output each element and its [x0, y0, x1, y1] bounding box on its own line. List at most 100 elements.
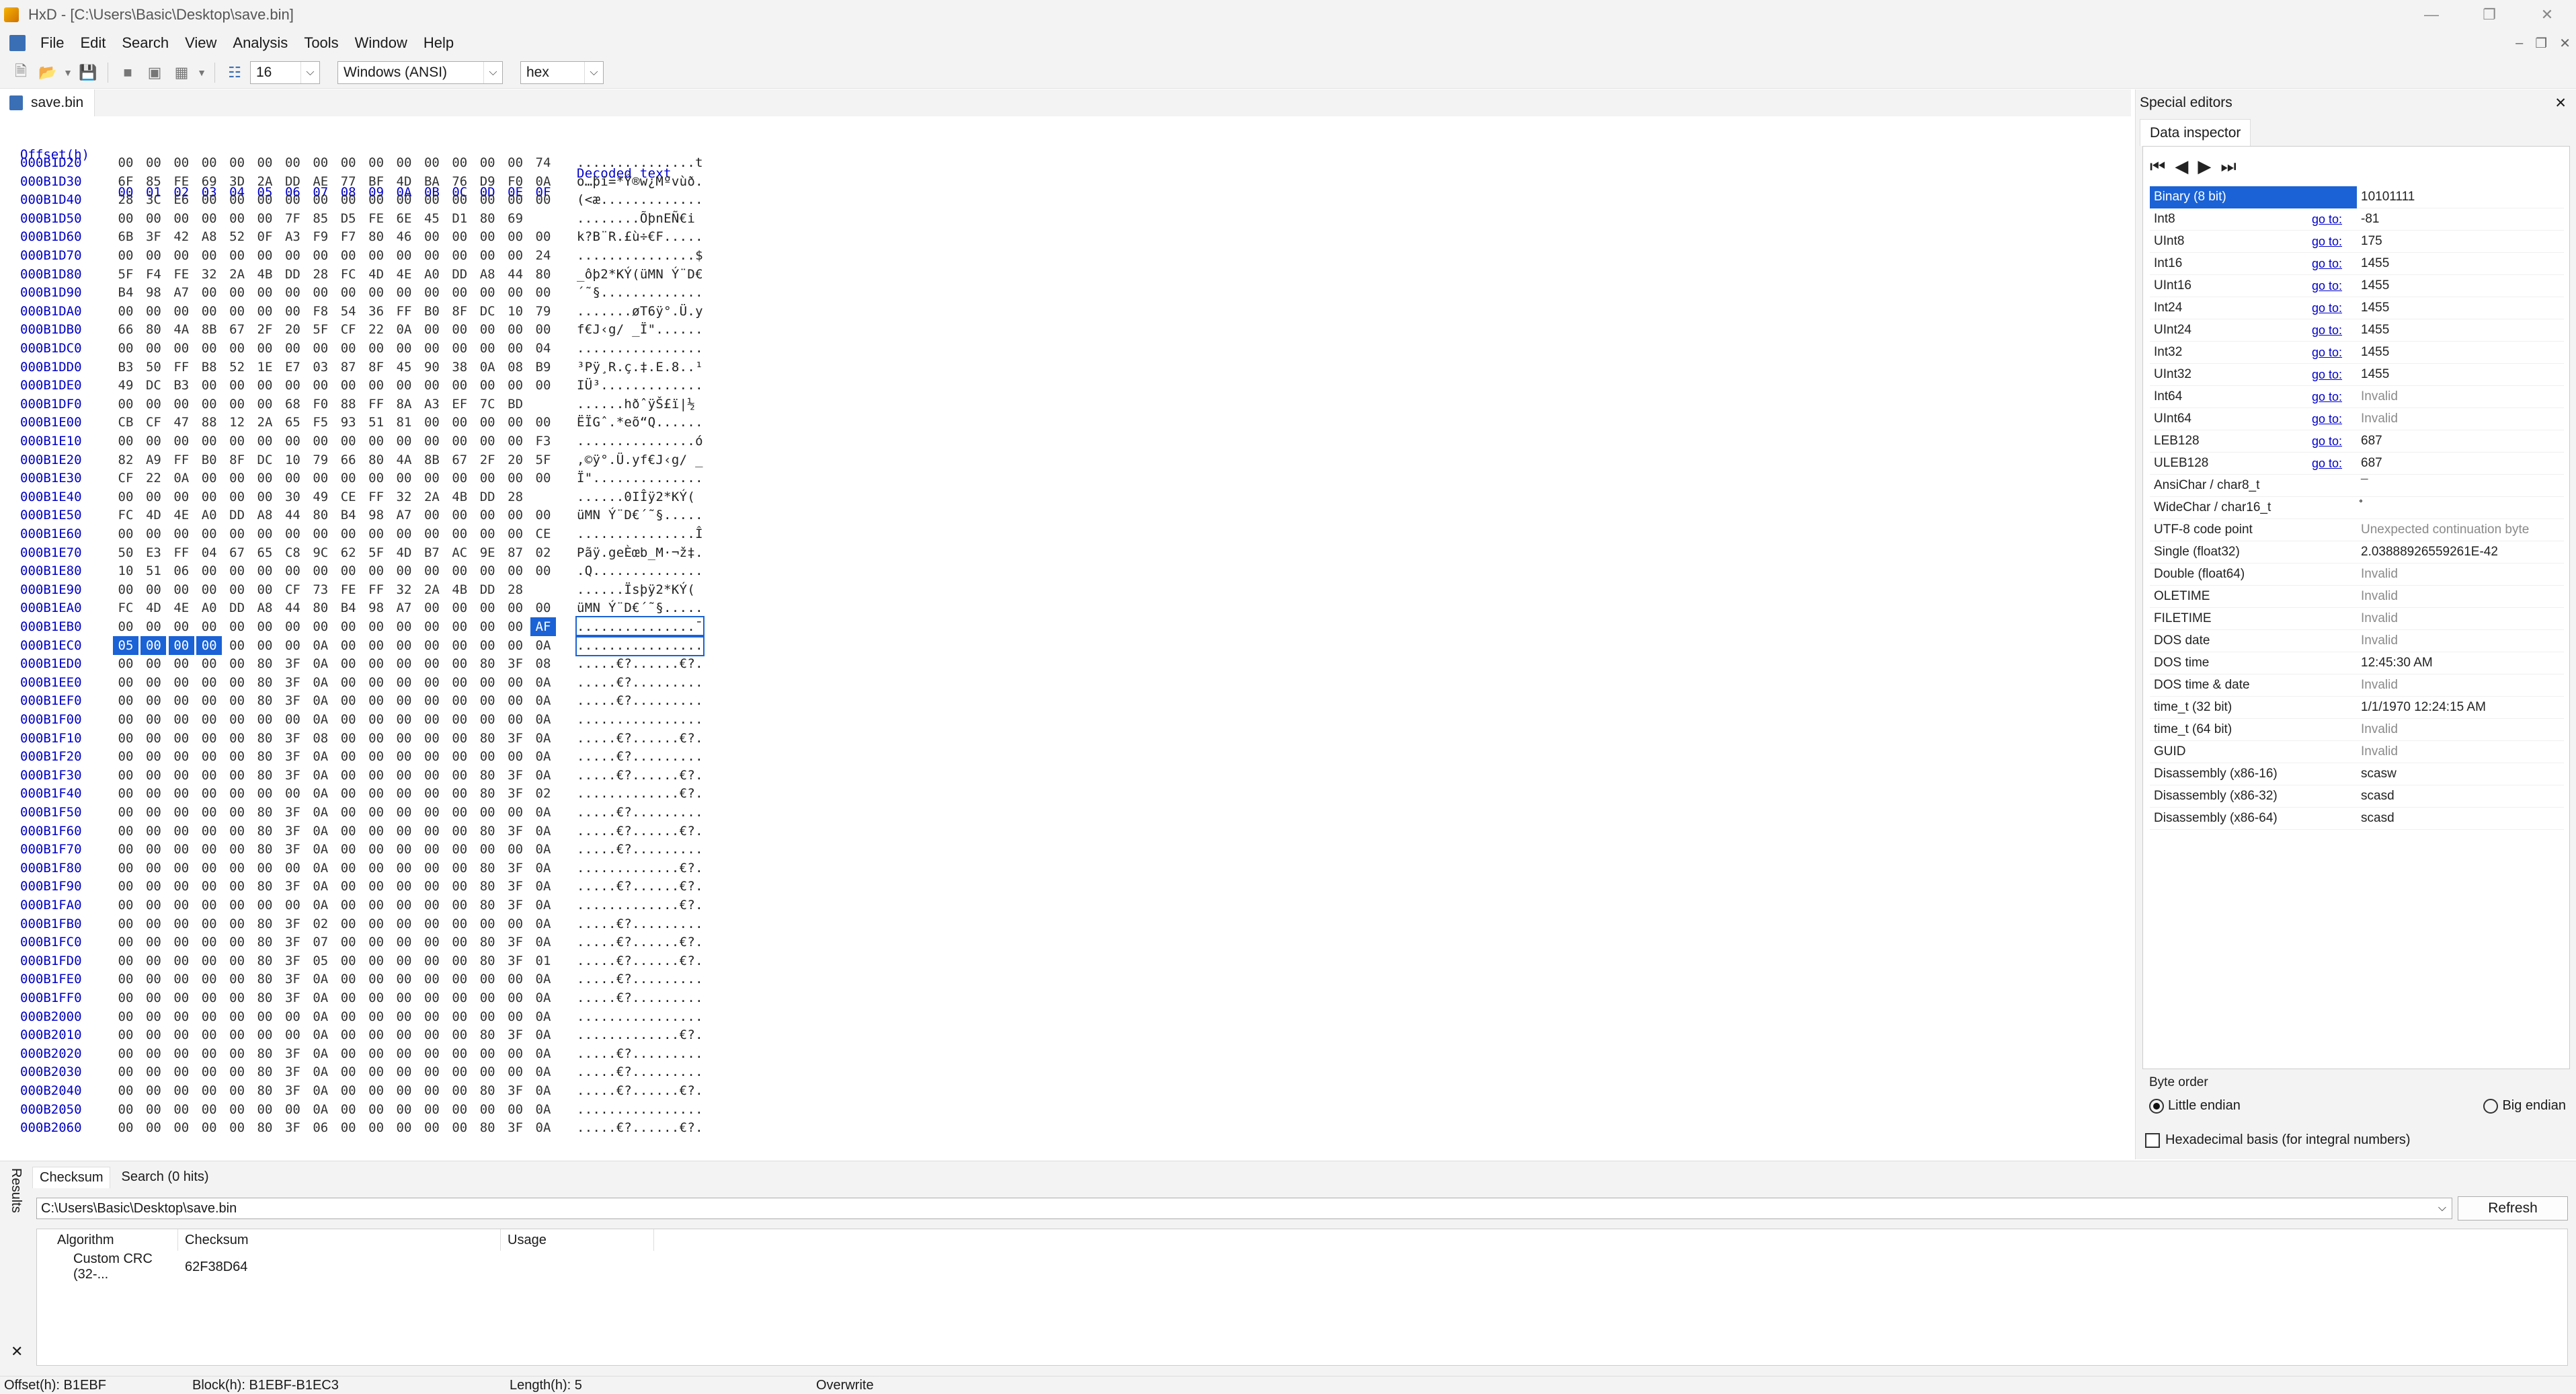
- hex-byte[interactable]: 00: [113, 803, 138, 822]
- hex-byte[interactable]: 00: [169, 153, 194, 172]
- hex-byte[interactable]: 00: [196, 896, 222, 915]
- mdi-minimize-icon[interactable]: –: [2515, 36, 2523, 51]
- inspector-value[interactable]: ¯: [2357, 478, 2564, 493]
- inspector-value[interactable]: ֯: [2357, 500, 2564, 515]
- hex-byte[interactable]: 00: [364, 673, 389, 692]
- hex-byte[interactable]: 00: [225, 246, 250, 265]
- hex-byte[interactable]: FC: [335, 265, 361, 284]
- hex-byte[interactable]: 4B: [447, 580, 473, 599]
- menu-tools[interactable]: Tools: [296, 34, 346, 52]
- hex-byte[interactable]: 00: [113, 877, 138, 896]
- hex-byte[interactable]: 0A: [530, 896, 556, 915]
- hex-byte[interactable]: FF: [169, 543, 194, 562]
- hex-byte[interactable]: 00: [503, 915, 528, 933]
- hex-byte[interactable]: CF: [335, 320, 361, 339]
- hex-byte[interactable]: A0: [196, 506, 222, 525]
- inspector-value[interactable]: 1455: [2357, 256, 2564, 271]
- hex-byte[interactable]: 00: [447, 1007, 473, 1026]
- hex-byte[interactable]: FC: [113, 598, 138, 617]
- decoded-text[interactable]: ......hðˆÿŠ£ï|½: [577, 395, 695, 414]
- column-algorithm[interactable]: Algorithm: [37, 1229, 178, 1251]
- hex-byte[interactable]: 00: [391, 915, 417, 933]
- hex-byte[interactable]: 00: [391, 525, 417, 543]
- hex-byte[interactable]: 00: [475, 562, 500, 580]
- hex-byte[interactable]: FE: [169, 172, 194, 191]
- inspector-value[interactable]: scasd: [2357, 811, 2564, 826]
- hex-byte[interactable]: 00: [364, 525, 389, 543]
- hex-byte[interactable]: 00: [475, 691, 500, 710]
- last-byte-icon[interactable]: ⏭: [2220, 156, 2236, 178]
- hex-byte[interactable]: 0A: [530, 766, 556, 785]
- hex-byte[interactable]: 66: [335, 451, 361, 469]
- hex-byte[interactable]: 98: [364, 506, 389, 525]
- hex-byte[interactable]: 00: [447, 747, 473, 766]
- inspector-value[interactable]: 1455: [2357, 367, 2564, 382]
- hex-byte[interactable]: 00: [447, 506, 473, 525]
- inspector-value[interactable]: Invalid: [2357, 611, 2564, 626]
- hex-byte[interactable]: 00: [419, 1007, 444, 1026]
- hex-byte[interactable]: 0A: [530, 729, 556, 748]
- hex-byte[interactable]: 00: [475, 710, 500, 729]
- hex-byte[interactable]: 32: [391, 488, 417, 506]
- hex-byte[interactable]: 00: [225, 989, 250, 1007]
- column-checksum[interactable]: Checksum: [178, 1229, 501, 1251]
- hex-byte[interactable]: 00: [419, 691, 444, 710]
- hex-byte[interactable]: A8: [252, 598, 278, 617]
- hex-byte[interactable]: 3F: [503, 654, 528, 673]
- inspector-value[interactable]: Invalid: [2357, 412, 2564, 426]
- hex-byte[interactable]: 93: [335, 413, 361, 432]
- hex-byte[interactable]: 00: [447, 784, 473, 803]
- hex-byte[interactable]: 3F: [280, 747, 305, 766]
- hex-byte[interactable]: 4E: [169, 598, 194, 617]
- hex-byte[interactable]: 00: [419, 952, 444, 970]
- hex-byte[interactable]: 49: [308, 488, 333, 506]
- hex-byte[interactable]: 00: [335, 283, 361, 302]
- next-byte-icon[interactable]: ▶: [2198, 156, 2211, 178]
- hex-byte[interactable]: 3F: [503, 896, 528, 915]
- inspector-value[interactable]: scasw: [2357, 767, 2564, 781]
- hex-byte[interactable]: 00: [391, 766, 417, 785]
- hex-byte[interactable]: 54: [335, 302, 361, 321]
- hex-byte[interactable]: 00: [447, 283, 473, 302]
- hex-byte[interactable]: 00: [196, 209, 222, 228]
- hex-byte[interactable]: 00: [252, 190, 278, 209]
- hex-byte[interactable]: 30: [280, 488, 305, 506]
- hex-byte[interactable]: 20: [280, 320, 305, 339]
- hex-byte[interactable]: 00: [391, 283, 417, 302]
- hex-byte[interactable]: 00: [225, 803, 250, 822]
- hex-byte[interactable]: 00: [196, 246, 222, 265]
- hex-byte[interactable]: 00: [335, 970, 361, 989]
- hex-byte[interactable]: 80: [252, 654, 278, 673]
- hex-byte[interactable]: B3: [113, 358, 138, 377]
- hex-byte[interactable]: B4: [335, 598, 361, 617]
- hex-byte[interactable]: 00: [169, 729, 194, 748]
- hex-byte[interactable]: 3F: [280, 952, 305, 970]
- hex-byte[interactable]: 4E: [169, 506, 194, 525]
- hex-byte[interactable]: 0A: [391, 320, 417, 339]
- hex-byte[interactable]: 00: [391, 784, 417, 803]
- hex-byte[interactable]: 00: [364, 246, 389, 265]
- hex-byte[interactable]: 00: [419, 859, 444, 878]
- hex-byte[interactable]: 00: [391, 1062, 417, 1081]
- hex-byte[interactable]: 00: [335, 1100, 361, 1119]
- hex-byte[interactable]: 00: [113, 1118, 138, 1137]
- hex-byte[interactable]: 00: [252, 432, 278, 451]
- hex-byte[interactable]: 00: [419, 654, 444, 673]
- hex-byte[interactable]: 00: [391, 952, 417, 970]
- hex-byte[interactable]: 28: [308, 265, 333, 284]
- hex-byte[interactable]: E3: [140, 543, 166, 562]
- hex-byte[interactable]: 00: [140, 822, 166, 841]
- hex-byte[interactable]: 00: [503, 246, 528, 265]
- inspector-row[interactable]: UInt16 go to: 1455: [2150, 275, 2564, 297]
- hex-byte[interactable]: 00: [196, 1081, 222, 1100]
- hex-byte[interactable]: 3F: [503, 952, 528, 970]
- hex-byte[interactable]: 76: [447, 172, 473, 191]
- inspector-value[interactable]: 1455: [2357, 301, 2564, 315]
- hex-byte[interactable]: FE: [335, 580, 361, 599]
- hex-byte[interactable]: 00: [364, 970, 389, 989]
- hex-byte[interactable]: 0A: [308, 654, 333, 673]
- hex-byte[interactable]: 00: [169, 395, 194, 414]
- hex-byte[interactable]: 00: [140, 302, 166, 321]
- hex-byte[interactable]: 00: [169, 246, 194, 265]
- hex-byte[interactable]: 0A: [530, 989, 556, 1007]
